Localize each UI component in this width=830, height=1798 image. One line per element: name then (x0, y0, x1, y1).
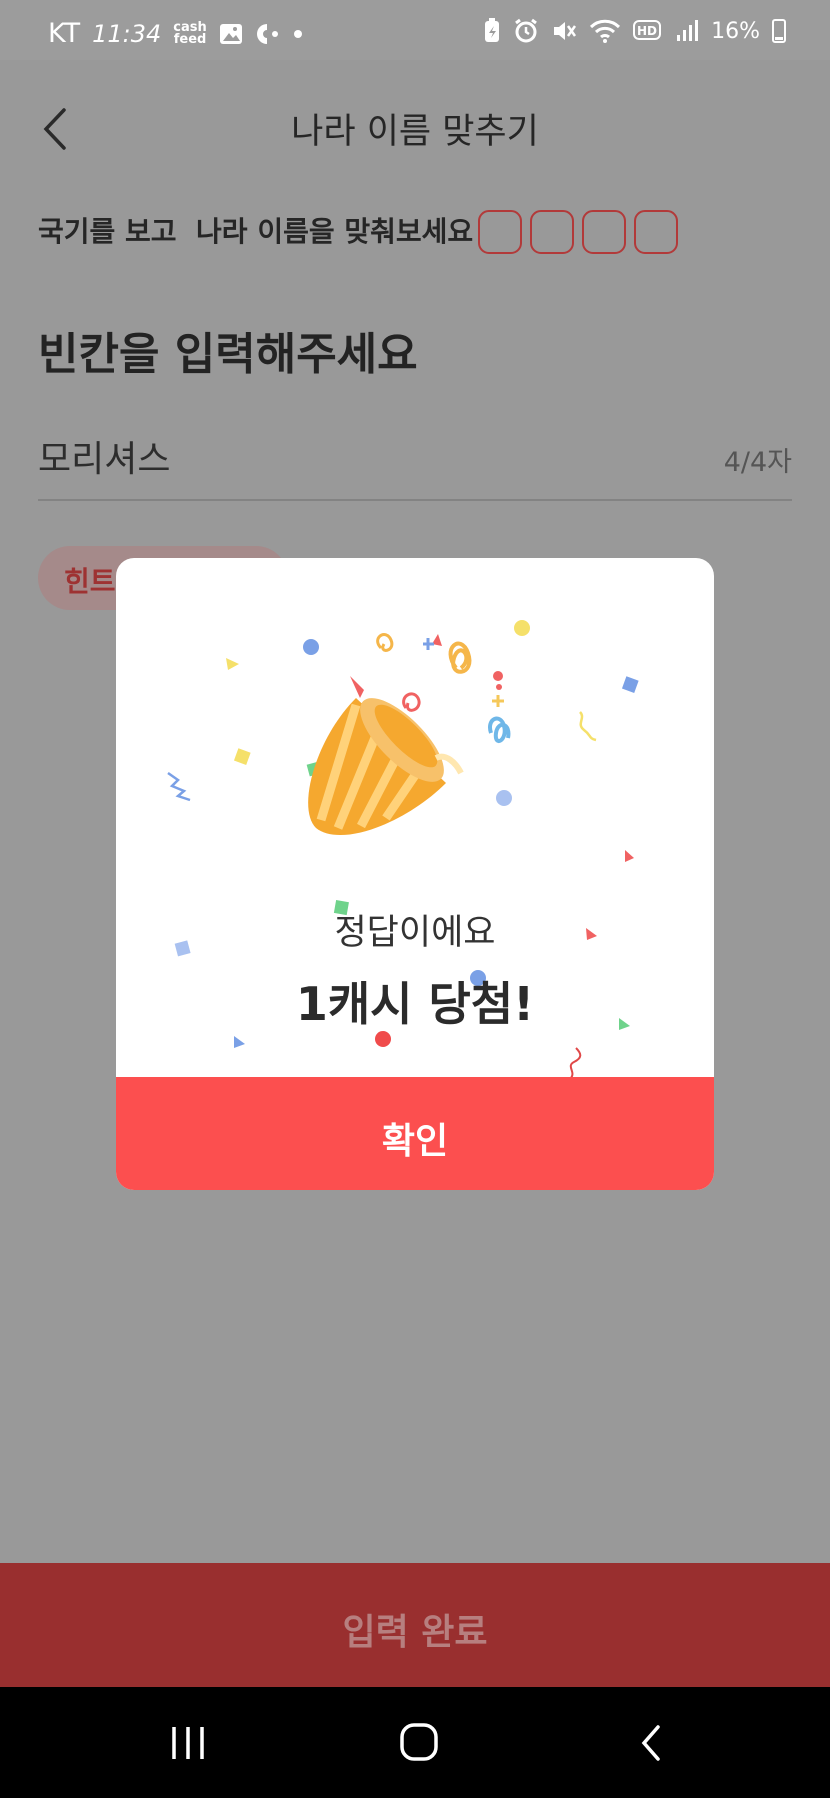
wifi-icon (590, 19, 621, 43)
app-header: 나라 이름 맞추기 (0, 60, 830, 190)
page-title: 나라 이름 맞추기 (291, 112, 539, 152)
gallery-icon (219, 23, 242, 44)
char-counter: 4/4자 (723, 447, 792, 478)
confirm-label: 확인 (381, 1121, 449, 1162)
system-nav-bar (0, 1687, 830, 1798)
input-underline (38, 499, 792, 501)
hint-label: 힌트 (64, 565, 116, 598)
battery-icon (772, 19, 786, 43)
submit-label: 입력 완료 (342, 1612, 488, 1653)
answer-box (478, 210, 522, 254)
carrier-label: KT (48, 18, 81, 49)
prize-text: 1캐시 당첨! (295, 977, 535, 1031)
status-left: KT 11:34 cash feed (48, 18, 303, 49)
answer-input[interactable]: 모리셔스 (38, 430, 170, 482)
success-message: 정답이에요 (334, 913, 496, 953)
home-icon[interactable] (398, 1721, 442, 1765)
signal-icon (677, 20, 699, 41)
status-right: HD 16% (483, 18, 786, 44)
svg-text:HD: HD (637, 24, 657, 38)
status-bar: KT 11:34 cash feed HD 16% (0, 0, 830, 60)
confirm-button[interactable]: 확인 (116, 1077, 714, 1190)
input-prompt: 빈칸을 입력해주세요 (38, 329, 418, 380)
recent-apps-icon[interactable] (168, 1721, 208, 1765)
dot-icon (293, 29, 302, 38)
answer-box (582, 210, 626, 254)
answer-boxes (478, 210, 678, 254)
answer-box (530, 210, 574, 254)
alarm-icon (515, 18, 537, 43)
submit-button[interactable]: 입력 완료 (0, 1563, 830, 1687)
answer-box (634, 210, 678, 254)
clock: 11:34 (92, 19, 162, 48)
hd-voice-icon: HD (633, 20, 662, 40)
battery-percent: 16% (711, 18, 760, 44)
back-nav-icon[interactable] (636, 1721, 666, 1765)
mute-icon (554, 22, 577, 40)
success-modal: 정답이에요 1캐시 당첨! 확인 (116, 558, 714, 1190)
cashfeed-badge-icon: cash feed (173, 19, 207, 47)
question-text: 국기를 보고 나라 이름을 맞춰보세요 (38, 215, 474, 248)
battery-saver-icon (485, 18, 500, 42)
app-notification-icon (256, 23, 278, 44)
